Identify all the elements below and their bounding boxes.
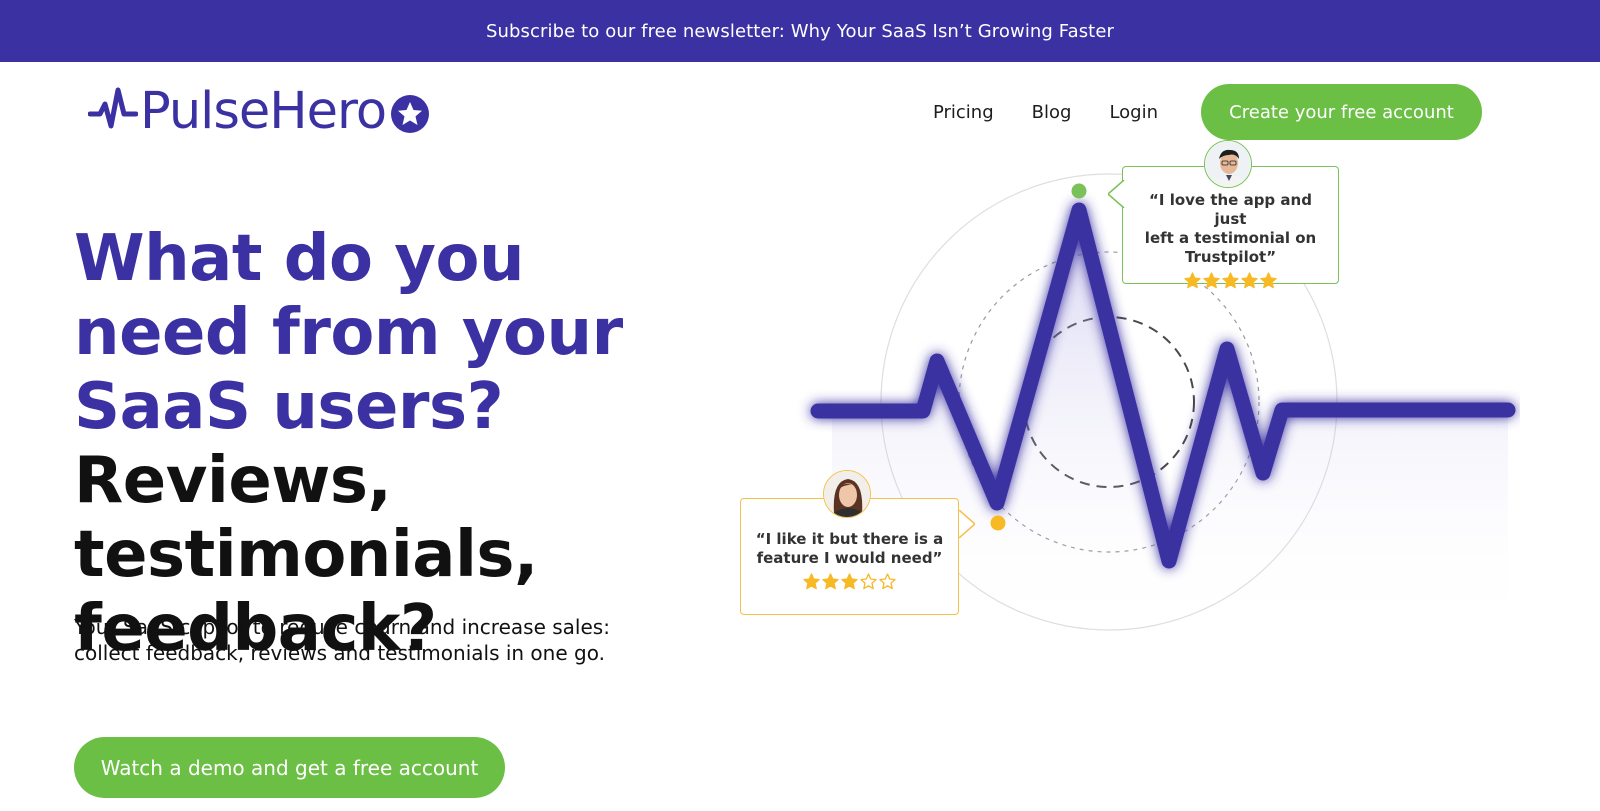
star-filled-icon (841, 573, 858, 590)
star-filled-icon (1260, 272, 1277, 289)
neutral-quote-line-2: feature I would need” (756, 549, 943, 567)
create-account-button[interactable]: Create your free account (1201, 84, 1482, 140)
positive-bubble-tail (1108, 180, 1125, 208)
positive-rating-stars (1123, 272, 1338, 289)
neutral-testimonial-quote: “I like it but there is a feature I woul… (741, 530, 958, 568)
hero-subtitle-line-1: Your SaaS copilot to reduce churn and in… (74, 615, 610, 639)
positive-quote-line-1: “I love the app and just (1149, 191, 1312, 228)
star-in-circle-icon (391, 95, 430, 133)
hero-subtitle: Your SaaS copilot to reduce churn and in… (74, 614, 674, 666)
neutral-point-dot (990, 515, 1006, 531)
pulsehero-logo[interactable]: PulseHero (88, 80, 430, 142)
watch-demo-button[interactable]: Watch a demo and get a free account (74, 737, 505, 798)
nav-pricing-link[interactable]: Pricing (933, 102, 994, 123)
logo-text: PulseHero (140, 81, 387, 141)
star-filled-icon (1241, 272, 1258, 289)
nav-login-link[interactable]: Login (1109, 102, 1158, 123)
neutral-bubble-tail (958, 510, 975, 538)
star-filled-icon (1222, 272, 1239, 289)
neutral-rating-stars (741, 573, 958, 590)
positive-user-avatar (1204, 140, 1252, 188)
neutral-quote-line-1: “I like it but there is a (755, 530, 944, 548)
nav-blog-link[interactable]: Blog (1032, 102, 1072, 123)
positive-point-dot (1071, 183, 1087, 199)
female-user-avatar-icon (824, 471, 870, 517)
positive-quote-line-2: left a testimonial on (1144, 229, 1317, 247)
positive-testimonial-quote: “I love the app and just left a testimon… (1123, 191, 1338, 267)
star-filled-icon (822, 573, 839, 590)
positive-quote-line-3: Trustpilot” (1184, 248, 1277, 266)
hero-subtitle-line-2: collect feedback, reviews and testimonia… (74, 641, 605, 665)
main-nav: Pricing Blog Login Create your free acco… (933, 84, 1482, 140)
pulse-line-icon (88, 87, 138, 129)
neutral-user-avatar (823, 470, 871, 518)
star-filled-icon (1184, 272, 1201, 289)
newsletter-link[interactable]: Subscribe to our free newsletter: Why Yo… (486, 21, 1114, 42)
newsletter-banner: Subscribe to our free newsletter: Why Yo… (0, 0, 1600, 62)
star-outline-icon (860, 573, 877, 590)
star-filled-icon (1203, 272, 1220, 289)
male-user-avatar-icon (1205, 141, 1251, 187)
star-filled-icon (803, 573, 820, 590)
star-outline-icon (879, 573, 896, 590)
hero-heading: What do you need from your SaaS users? R… (74, 222, 714, 666)
hero-heading-question: What do you need from your SaaS users? (74, 222, 623, 444)
